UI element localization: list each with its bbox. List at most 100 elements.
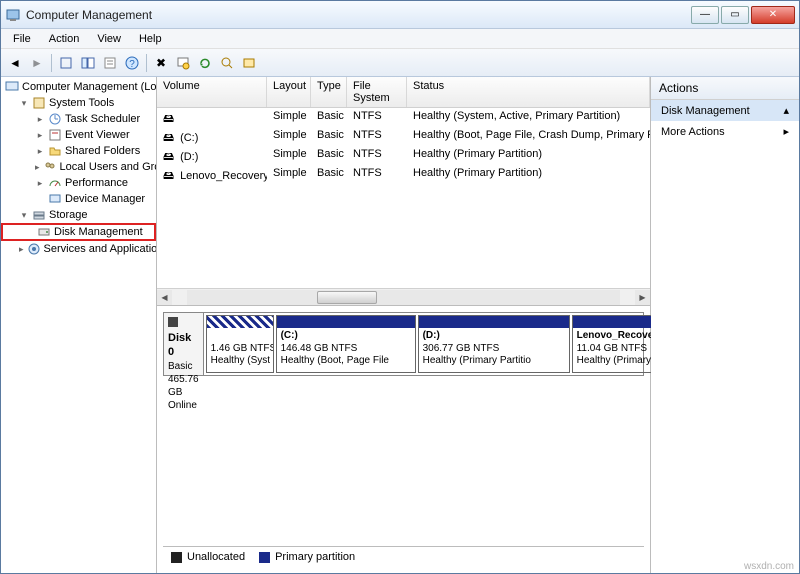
gauge-icon [48, 176, 62, 190]
menu-view[interactable]: View [89, 31, 129, 47]
disk-type: Basic [168, 361, 192, 372]
device-icon [48, 192, 62, 206]
tree-local-users[interactable]: ▸Local Users and Groups [1, 159, 156, 175]
watermark: wsxdn.com [744, 561, 794, 572]
action-find-icon[interactable] [217, 53, 237, 73]
action-refresh-icon[interactable] [195, 53, 215, 73]
tree-device-manager[interactable]: Device Manager [1, 191, 156, 207]
tree-task-scheduler[interactable]: ▸ Task Scheduler [1, 111, 156, 127]
menu-help[interactable]: Help [131, 31, 170, 47]
partition[interactable]: (D:)306.77 GB NTFSHealthy (Primary Parti… [418, 315, 570, 373]
scroll-left-icon[interactable]: ◀ [157, 290, 172, 305]
scroll-right-icon[interactable]: ▶ [635, 290, 650, 305]
cell: Simple [267, 128, 311, 145]
disk-color-icon [168, 317, 178, 327]
event-icon [48, 128, 62, 142]
col-type[interactable]: Type [311, 77, 347, 107]
horizontal-scrollbar[interactable]: ◀ ▶ [157, 288, 650, 305]
cell: (C:) [180, 132, 198, 144]
cell: Simple [267, 166, 311, 183]
cell: Basic [311, 128, 347, 145]
window-title: Computer Management [26, 8, 689, 22]
expand-icon[interactable]: ▸ [35, 114, 45, 125]
volume-row[interactable]: 🖴 (C:)SimpleBasicNTFSHealthy (Boot, Page… [157, 127, 650, 146]
tree-system-tools[interactable]: ▾ System Tools [1, 95, 156, 111]
disk-icon [37, 225, 51, 239]
cell: Basic [311, 147, 347, 164]
col-volume[interactable]: Volume [157, 77, 267, 107]
tree-services[interactable]: ▸ Services and Applications [1, 241, 156, 257]
disk-state: Online [168, 400, 197, 411]
action-list-icon[interactable] [239, 53, 259, 73]
partition[interactable]: 1.46 GB NTFSHealthy (Syst [206, 315, 274, 373]
tree-label: Services and Applications [44, 243, 157, 255]
scroll-thumb[interactable] [317, 291, 377, 304]
menu-action[interactable]: Action [41, 31, 88, 47]
tree-label: Disk Management [54, 226, 143, 238]
actions-context[interactable]: Disk Management ▴ [651, 100, 799, 121]
volume-list-header[interactable]: Volume Layout Type File System Status [157, 77, 650, 108]
tree-label: Device Manager [65, 193, 145, 205]
tree-disk-management[interactable]: Disk Management [1, 223, 156, 241]
action-settings-icon[interactable] [173, 53, 193, 73]
tree-performance[interactable]: ▸Performance [1, 175, 156, 191]
collapse-icon[interactable]: ▾ [19, 210, 29, 221]
content-area: Computer Management (Local ▾ System Tools… [1, 77, 799, 573]
close-button[interactable]: ✕ [751, 6, 795, 24]
drive-icon: 🖴 [163, 167, 177, 181]
scroll-track[interactable] [187, 290, 620, 305]
tree-label: Shared Folders [65, 145, 140, 157]
volume-list[interactable]: Volume Layout Type File System Status 🖴 … [157, 77, 650, 305]
part-title: (D:) [423, 330, 440, 341]
nav-tree[interactable]: Computer Management (Local ▾ System Tools… [1, 77, 157, 573]
back-button[interactable]: ◄ [5, 53, 25, 73]
menu-file[interactable]: File [5, 31, 39, 47]
show-hide-tree-button[interactable] [78, 53, 98, 73]
tree-label: Storage [49, 209, 88, 221]
drive-icon: 🖴 [163, 148, 177, 162]
minimize-button[interactable]: — [691, 6, 719, 24]
properties-button[interactable] [100, 53, 120, 73]
tree-event-viewer[interactable]: ▸Event Viewer [1, 127, 156, 143]
separator [51, 54, 52, 72]
volume-rows: 🖴 SimpleBasicNTFSHealthy (System, Active… [157, 108, 650, 288]
forward-button[interactable]: ► [27, 53, 47, 73]
collapse-icon[interactable]: ▴ [783, 104, 789, 117]
expand-icon[interactable]: ▸ [35, 162, 40, 173]
legend-unallocated: Unallocated [171, 551, 245, 563]
tree-storage[interactable]: ▾ Storage [1, 207, 156, 223]
volume-row[interactable]: 🖴 (D:)SimpleBasicNTFSHealthy (Primary Pa… [157, 146, 650, 165]
cell: NTFS [347, 128, 407, 145]
disk-row[interactable]: Disk 0 Basic 465.76 GB Online 1.46 GB NT… [163, 312, 644, 376]
expand-icon[interactable]: ▸ [19, 244, 24, 255]
tree-shared-folders[interactable]: ▸ Shared Folders [1, 143, 156, 159]
action-delete-icon[interactable]: ✖ [151, 53, 171, 73]
actions-more[interactable]: More Actions▸ [651, 121, 799, 142]
toolbar: ◄ ► ? ✖ [1, 49, 799, 77]
disk-info[interactable]: Disk 0 Basic 465.76 GB Online [164, 313, 204, 375]
users-icon [43, 160, 57, 174]
cell: NTFS [347, 166, 407, 183]
expand-icon[interactable]: ▸ [35, 146, 45, 157]
volume-row[interactable]: 🖴 Lenovo_Recovery (E:)SimpleBasicNTFSHea… [157, 165, 650, 184]
col-status[interactable]: Status [407, 77, 650, 107]
expand-icon[interactable]: ▸ [35, 130, 45, 141]
tree-label: System Tools [49, 97, 114, 109]
partition[interactable]: (C:)146.48 GB NTFSHealthy (Boot, Page Fi… [276, 315, 416, 373]
col-filesystem[interactable]: File System [347, 77, 407, 107]
titlebar[interactable]: Computer Management — ▭ ✕ [1, 1, 799, 29]
maximize-button[interactable]: ▭ [721, 6, 749, 24]
cell: Basic [311, 109, 347, 126]
collapse-icon[interactable]: ▾ [19, 98, 29, 109]
col-layout[interactable]: Layout [267, 77, 311, 107]
help-button[interactable]: ? [122, 53, 142, 73]
volume-row[interactable]: 🖴 SimpleBasicNTFSHealthy (System, Active… [157, 108, 650, 127]
tree-label: Task Scheduler [65, 113, 140, 125]
actions-title: Actions [651, 77, 799, 100]
expand-icon[interactable]: ▸ [35, 178, 45, 189]
tree-root[interactable]: Computer Management (Local [1, 79, 156, 95]
cell: NTFS [347, 147, 407, 164]
up-button[interactable] [56, 53, 76, 73]
cell: Lenovo_Recovery (E:) [180, 170, 267, 182]
actions-context-label: Disk Management [661, 105, 750, 117]
